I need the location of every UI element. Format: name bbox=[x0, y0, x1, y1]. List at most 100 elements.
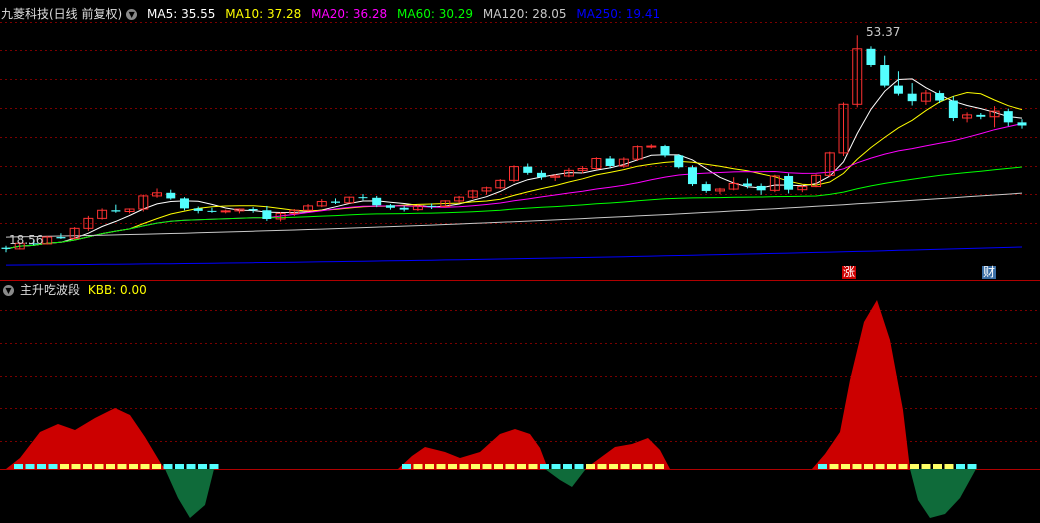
signal-bar bbox=[609, 464, 618, 469]
candle-body bbox=[1003, 111, 1013, 123]
candle-body bbox=[385, 205, 395, 208]
ma250-line bbox=[5, 246, 1023, 266]
kbb-area-down bbox=[545, 469, 585, 487]
candle-body bbox=[605, 158, 615, 166]
signal-bar bbox=[83, 464, 92, 469]
signal-bar bbox=[152, 464, 161, 469]
signal-bar bbox=[459, 464, 469, 469]
signal-bar bbox=[129, 464, 138, 469]
signal-bar bbox=[887, 464, 896, 469]
low-price-value: 18.56 bbox=[9, 233, 44, 247]
signal-bar bbox=[37, 464, 46, 469]
candle-body bbox=[893, 85, 903, 94]
signal-bar bbox=[563, 464, 572, 469]
signal-bar bbox=[198, 464, 207, 469]
signal-bar bbox=[875, 464, 885, 469]
candle-body bbox=[907, 93, 917, 102]
candle-body bbox=[331, 201, 341, 203]
signal-bar bbox=[655, 464, 664, 469]
candle-body bbox=[784, 175, 794, 190]
signal-bar bbox=[528, 464, 538, 469]
signal-bar bbox=[829, 464, 839, 469]
signal-bar bbox=[586, 464, 595, 469]
signal-bar bbox=[413, 464, 423, 469]
candle-body bbox=[1, 247, 11, 249]
chart-canvas bbox=[0, 22, 1040, 518]
candle-body bbox=[742, 183, 752, 186]
signal-bar bbox=[551, 464, 561, 469]
ma10-label: MA10: 37.28 bbox=[225, 7, 302, 21]
candle-body bbox=[523, 166, 533, 173]
ma120-line bbox=[5, 192, 1023, 238]
candle-body bbox=[262, 210, 272, 219]
signal-bar bbox=[140, 464, 150, 469]
candle-body bbox=[866, 48, 876, 66]
candle-body bbox=[935, 93, 945, 101]
main-legend: 九菱科技(日线 前复权) ▼ MA5: 35.55 MA10: 37.28 MA2… bbox=[1, 7, 666, 21]
kbb-value: KBB: 0.00 bbox=[87, 283, 147, 297]
candle-body bbox=[948, 100, 958, 118]
candle-body bbox=[701, 184, 711, 191]
signal-bar bbox=[175, 464, 184, 469]
candle-body bbox=[372, 197, 382, 206]
signal-bar bbox=[25, 464, 35, 469]
signal-bar bbox=[967, 464, 977, 469]
candle-body bbox=[56, 237, 66, 239]
candle-body bbox=[111, 210, 121, 212]
candle-body bbox=[976, 114, 986, 117]
signal-bar bbox=[643, 464, 653, 469]
signal-bar bbox=[14, 464, 23, 469]
candle-body bbox=[358, 197, 368, 199]
signal-bar bbox=[841, 464, 850, 469]
signal-bar bbox=[933, 464, 942, 469]
kbb-area-up bbox=[812, 300, 910, 469]
signal-bar bbox=[597, 464, 607, 469]
candle-body bbox=[248, 209, 258, 211]
candle-body bbox=[660, 146, 670, 156]
ma250-label: MA250: 19.41 bbox=[576, 7, 661, 21]
indicator-title: 主升吃波段 bbox=[20, 283, 81, 297]
signal-bar bbox=[436, 464, 446, 469]
candle-body bbox=[193, 208, 203, 211]
signal-bar bbox=[852, 464, 862, 469]
candle-body bbox=[687, 167, 697, 185]
signal-bar bbox=[956, 464, 965, 469]
limit-up-badge[interactable]: 涨 bbox=[842, 266, 856, 279]
signal-bar bbox=[632, 464, 641, 469]
kbb-area-down bbox=[165, 469, 214, 518]
ma20-label: MA20: 36.28 bbox=[311, 7, 388, 21]
chevron-down-icon[interactable]: ▼ bbox=[3, 285, 14, 296]
signal-bar bbox=[505, 464, 515, 469]
stock-title: 九菱科技(日线 前复权) bbox=[1, 7, 123, 21]
chevron-down-icon[interactable]: ▼ bbox=[126, 9, 138, 20]
candle-body bbox=[399, 207, 409, 210]
candle-body bbox=[646, 145, 657, 148]
kbb-area-down bbox=[910, 469, 976, 518]
signal-bar bbox=[94, 464, 104, 469]
low-price-label: 18.56 bbox=[9, 233, 43, 247]
signal-bar bbox=[494, 464, 503, 469]
signal-bar bbox=[48, 464, 58, 469]
candle-body bbox=[427, 205, 437, 207]
signal-bar bbox=[620, 464, 630, 469]
signal-bar bbox=[60, 464, 69, 469]
candle-body bbox=[674, 155, 684, 168]
candle-body bbox=[880, 65, 890, 86]
signal-bar bbox=[482, 464, 492, 469]
signal-bar bbox=[944, 464, 954, 469]
signal-bar bbox=[864, 464, 873, 469]
signal-bar bbox=[402, 464, 411, 469]
signal-bar bbox=[574, 464, 584, 469]
signal-bar bbox=[186, 464, 196, 469]
high-price-value: 53.37 bbox=[866, 25, 901, 39]
signal-bar bbox=[448, 464, 457, 469]
finance-badge[interactable]: 财 bbox=[982, 266, 996, 279]
candle-body bbox=[166, 192, 176, 199]
sub-legend: ▼ 主升吃波段 KBB: 0.00 bbox=[1, 283, 153, 297]
signal-bar bbox=[818, 464, 827, 469]
kbb-area-up bbox=[6, 408, 165, 469]
signal-bar bbox=[898, 464, 908, 469]
signal-bar bbox=[921, 464, 931, 469]
candle-body bbox=[207, 210, 217, 212]
signal-bar bbox=[163, 464, 173, 469]
